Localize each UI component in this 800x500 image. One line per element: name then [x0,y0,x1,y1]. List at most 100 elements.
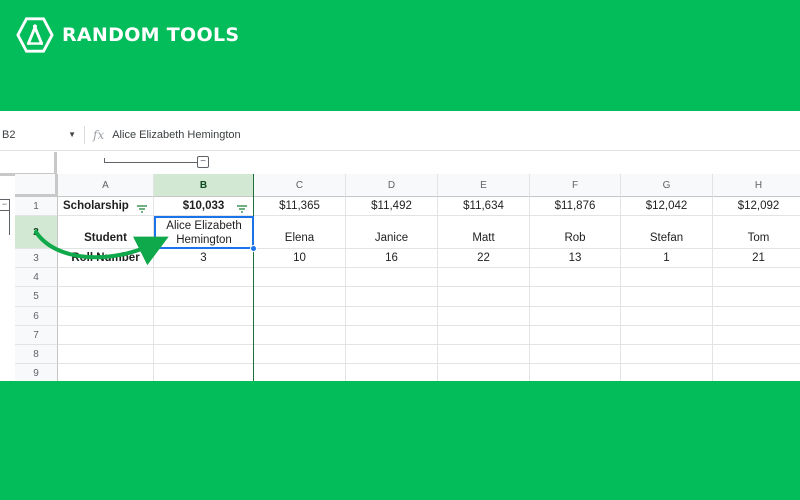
cell-g2[interactable]: Stefan [621,216,713,249]
cell-g7[interactable] [621,326,713,345]
cell-b9[interactable] [154,364,254,381]
cell-f5[interactable] [530,287,621,307]
cell-h2[interactable]: Tom [713,216,800,249]
column-header-b[interactable]: B [154,174,254,197]
cell-e2[interactable]: Matt [438,216,530,249]
row-header-9[interactable]: 9 [15,364,58,381]
cell-c4[interactable] [254,268,346,287]
row-header-7[interactable]: 7 [15,326,58,345]
column-header-h[interactable]: H [713,174,800,197]
column-header-g[interactable]: G [621,174,713,197]
column-header-d[interactable]: D [346,174,438,197]
cell-value: $11,876 [554,200,596,212]
cell-b6[interactable] [154,307,254,326]
cell-c8[interactable] [254,345,346,364]
formula-input[interactable]: Alice Elizabeth Hemington [112,129,240,141]
cell-b5[interactable] [154,287,254,307]
cell-h6[interactable] [713,307,800,326]
row-header-2[interactable]: 2 [15,216,58,249]
row-header-5[interactable]: 5 [15,287,58,307]
cell-d9[interactable] [346,364,438,381]
cell-a4[interactable] [58,268,154,287]
cell-h3[interactable]: 21 [713,249,800,268]
column-header-a[interactable]: A [58,174,154,197]
fill-handle[interactable] [250,245,257,252]
row-header-4[interactable]: 4 [15,268,58,287]
cell-b1[interactable]: $10,033 [154,197,254,216]
cell-c1[interactable]: $11,365 [254,197,346,216]
cell-e1[interactable]: $11,634 [438,197,530,216]
column-header-f[interactable]: F [530,174,621,197]
cell-e3[interactable]: 22 [438,249,530,268]
cell-a1[interactable]: Scholarship [58,197,154,216]
cell-g3[interactable]: 1 [621,249,713,268]
cell-a5[interactable] [58,287,154,307]
cell-f8[interactable] [530,345,621,364]
cell-c3[interactable]: 10 [254,249,346,268]
filter-icon[interactable] [237,203,247,213]
cell-f7[interactable] [530,326,621,345]
cell-d8[interactable] [346,345,438,364]
cell-a3[interactable]: Roll Number [58,249,154,268]
cell-c5[interactable] [254,287,346,307]
cell-g1[interactable]: $12,042 [621,197,713,216]
cell-d7[interactable] [346,326,438,345]
cell-f4[interactable] [530,268,621,287]
cell-h4[interactable] [713,268,800,287]
cell-g4[interactable] [621,268,713,287]
cell-e5[interactable] [438,287,530,307]
cell-e8[interactable] [438,345,530,364]
cell-c7[interactable] [254,326,346,345]
cell-value: Janice [374,232,409,244]
cell-b7[interactable] [154,326,254,345]
name-box[interactable]: B2 ▼ [0,129,80,141]
cell-b4[interactable] [154,268,254,287]
cell-f1[interactable]: $11,876 [530,197,621,216]
cell-h5[interactable] [713,287,800,307]
cell-e7[interactable] [438,326,530,345]
cell-e6[interactable] [438,307,530,326]
cell-b8[interactable] [154,345,254,364]
cell-c9[interactable] [254,364,346,381]
cell-a7[interactable] [58,326,154,345]
cell-d2[interactable]: Janice [346,216,438,249]
cell-h9[interactable] [713,364,800,381]
row-header-3[interactable]: 3 [15,249,58,268]
cell-h7[interactable] [713,326,800,345]
cell-c6[interactable] [254,307,346,326]
cell-g5[interactable] [621,287,713,307]
cell-b3[interactable]: 3 [154,249,254,268]
row-header-6[interactable]: 6 [15,307,58,326]
cell-a8[interactable] [58,345,154,364]
cell-a2[interactable]: Student [58,216,154,249]
cell-a6[interactable] [58,307,154,326]
filter-icon[interactable] [137,203,147,213]
cell-a9[interactable] [58,364,154,381]
cell-c2[interactable]: Elena [254,216,346,249]
row-header-1[interactable]: 1 [15,197,58,216]
cell-e9[interactable] [438,364,530,381]
cell-g8[interactable] [621,345,713,364]
cell-f3[interactable]: 13 [530,249,621,268]
cell-f9[interactable] [530,364,621,381]
cell-d4[interactable] [346,268,438,287]
row-header-8[interactable]: 8 [15,345,58,364]
chevron-down-icon[interactable]: ▼ [68,130,76,139]
cell-h1[interactable]: $12,092 [713,197,800,216]
frozen-column-divider[interactable] [253,174,254,381]
column-header-e[interactable]: E [438,174,530,197]
cell-d6[interactable] [346,307,438,326]
cell-g9[interactable] [621,364,713,381]
cell-d1[interactable]: $11,492 [346,197,438,216]
cell-h8[interactable] [713,345,800,364]
cell-d3[interactable]: 16 [346,249,438,268]
cell-f6[interactable] [530,307,621,326]
cell-f2[interactable]: Rob [530,216,621,249]
collapse-group-button[interactable]: − [197,156,209,168]
cell-g6[interactable] [621,307,713,326]
cell-b2[interactable]: Alice Elizabeth Hemington [154,216,254,249]
cell-e4[interactable] [438,268,530,287]
cell-d5[interactable] [346,287,438,307]
collapse-row-group-button[interactable]: − [0,199,10,211]
column-header-c[interactable]: C [254,174,346,197]
